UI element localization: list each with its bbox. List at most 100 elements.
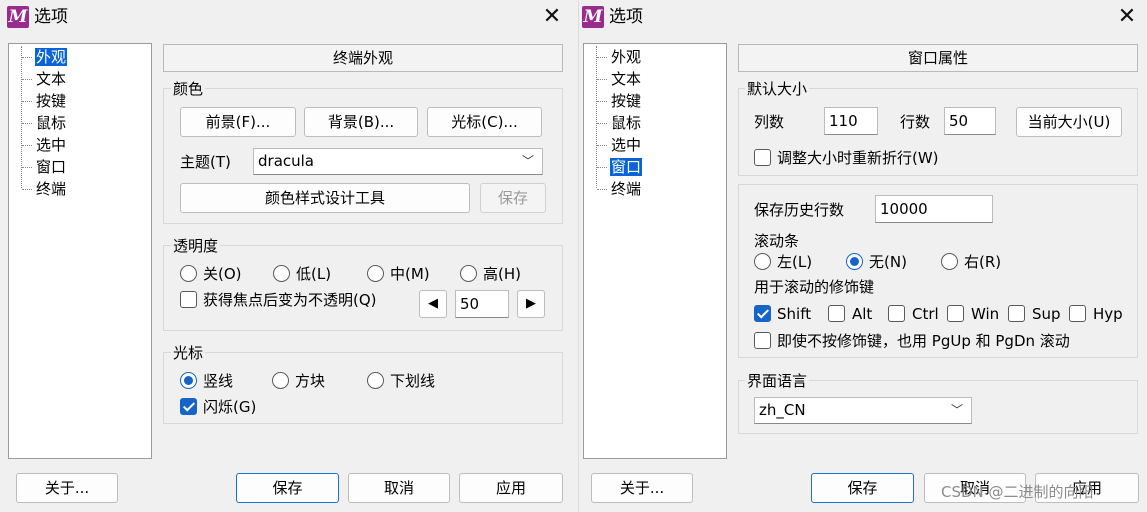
language-select[interactable]: zh_CN ﹀ [754,397,972,424]
cursor-bar-radio[interactable] [180,372,197,389]
rows-label: 行数 [900,113,931,131]
watermark: CSDN @二进制的向阳 [941,483,1094,501]
cursor-block-label: 方块 [295,372,326,390]
language-label: 界面语言 [745,372,810,390]
scroll-modifier-label: 用于滚动的修饰键 [754,278,875,296]
transparency-low-label: 低(L) [296,265,332,283]
app-logo-icon: M [7,6,29,28]
tree-item-mouse[interactable]: 鼠标 [22,113,67,133]
left-options-dialog: M 选项 ✕ 外观 文本 按键 鼠标 选中 窗口 终端 终端外观 颜色 前景(F… [0,0,578,512]
transparency-group-label: 透明度 [171,237,221,255]
color-style-tool-button[interactable]: 颜色样式设计工具 [180,183,470,213]
transparency-off-radio[interactable] [180,265,197,282]
chevron-down-icon: ﹀ [950,403,963,417]
scrollbar-label: 滚动条 [754,232,800,250]
cursor-blink-label: 闪烁(G) [203,398,257,416]
modifier-hyper-label: Hyp [1093,305,1123,323]
tree-item-mouse[interactable]: 鼠标 [597,113,642,133]
cursor-group-label: 光标 [171,344,206,362]
right-options-dialog: M 选项 ✕ 外观 文本 按键 鼠标 选中 窗口 终端 窗口属性 默认大小 列数… [579,0,1147,512]
cursor-block-radio[interactable] [272,372,289,389]
panel-header: 窗口属性 [738,44,1138,72]
right-arrow-icon: ▶ [526,296,536,311]
tree-item-selection[interactable]: 选中 [597,135,642,155]
current-size-button[interactable]: 当前大小(U) [1016,107,1122,137]
opaque-on-focus-checkbox[interactable] [180,291,197,308]
modifier-shift-checkbox[interactable] [754,305,771,322]
tree-item-text[interactable]: 文本 [597,69,642,89]
columns-input[interactable]: 110 [824,107,878,135]
transparency-increase-button[interactable]: ▶ [517,290,545,318]
scrollbar-right-radio[interactable] [941,253,958,270]
left-dialog-title: 选项 [34,7,68,27]
transparency-group [163,245,563,331]
cursor-blink-checkbox[interactable] [180,398,197,415]
tree-item-terminal[interactable]: 终端 [22,179,67,199]
left-arrow-icon: ◀ [428,296,438,311]
modifier-shift-label: Shift [777,305,812,323]
modifier-ctrl-label: Ctrl [912,305,939,323]
right-title-bar: M 选项 ✕ [579,0,1147,36]
tree-item-selection[interactable]: 选中 [22,135,67,155]
reflow-label: 调整大小时重新折行(W) [777,149,939,167]
modifier-alt-checkbox[interactable] [828,305,845,322]
chevron-down-icon: ﹀ [521,154,534,168]
scrollbar-right-label: 右(R) [964,253,1002,271]
transparency-value-input[interactable]: 50 [455,290,509,318]
tree-item-terminal[interactable]: 终端 [597,179,642,199]
tree-item-keys[interactable]: 按键 [22,91,67,111]
scrollbar-left-radio[interactable] [754,253,771,270]
transparency-medium-label: 中(M) [390,265,430,283]
modifier-ctrl-checkbox[interactable] [888,305,905,322]
panel-header: 终端外观 [163,44,563,72]
rows-input[interactable]: 50 [944,107,996,135]
columns-label: 列数 [754,113,785,131]
tree-item-appearance[interactable]: 外观 [597,47,642,67]
modifier-super-checkbox[interactable] [1008,305,1025,322]
transparency-decrease-button[interactable]: ◀ [419,290,447,318]
cursor-color-button[interactable]: 光标(C)... [427,107,542,137]
tree-item-keys[interactable]: 按键 [597,91,642,111]
foreground-button[interactable]: 前景(F)... [180,107,296,137]
scrollbar-none-label: 无(N) [869,253,907,271]
transparency-high-radio[interactable] [460,265,477,282]
theme-value: dracula [258,152,314,170]
app-logo-icon: M [582,6,604,28]
save-button[interactable]: 保存 [811,473,914,503]
default-size-label: 默认大小 [745,80,810,98]
tree-item-window[interactable]: 窗口 [597,157,643,177]
modifier-win-label: Win [971,305,1000,323]
tree-item-text[interactable]: 文本 [22,69,67,89]
reflow-checkbox[interactable] [754,149,771,166]
category-tree: 外观 文本 按键 鼠标 选中 窗口 终端 [583,43,727,459]
close-icon[interactable]: ✕ [1114,5,1140,31]
theme-save-button[interactable]: 保存 [480,183,546,213]
category-tree: 外观 文本 按键 鼠标 选中 窗口 终端 [8,43,152,459]
transparency-high-label: 高(H) [483,265,521,283]
apply-button[interactable]: 应用 [459,473,563,503]
scrollbar-none-radio[interactable] [846,253,863,270]
color-group-label: 颜色 [171,80,206,98]
theme-select[interactable]: dracula ﹀ [253,148,543,175]
pgup-pgdn-checkbox[interactable] [754,332,771,349]
modifier-hyper-checkbox[interactable] [1069,305,1086,322]
history-lines-input[interactable]: 10000 [875,195,993,223]
modifier-win-checkbox[interactable] [947,305,964,322]
close-icon[interactable]: ✕ [539,5,565,31]
tree-item-appearance[interactable]: 外观 [22,47,68,67]
modifier-alt-label: Alt [852,305,873,323]
save-button[interactable]: 保存 [236,473,339,503]
transparency-medium-radio[interactable] [367,265,384,282]
tree-item-window[interactable]: 窗口 [22,157,67,177]
history-lines-label: 保存历史行数 [754,201,845,219]
transparency-low-radio[interactable] [273,265,290,282]
about-button[interactable]: 关于... [16,473,118,503]
about-button[interactable]: 关于... [591,473,693,503]
cursor-bar-label: 竖线 [203,372,234,390]
theme-label: 主题(T) [180,153,231,171]
cursor-underline-radio[interactable] [367,372,384,389]
transparency-off-label: 关(O) [203,265,242,283]
background-button[interactable]: 背景(B)... [304,107,418,137]
cancel-button[interactable]: 取消 [348,473,450,503]
left-title-bar: M 选项 ✕ [0,0,578,36]
